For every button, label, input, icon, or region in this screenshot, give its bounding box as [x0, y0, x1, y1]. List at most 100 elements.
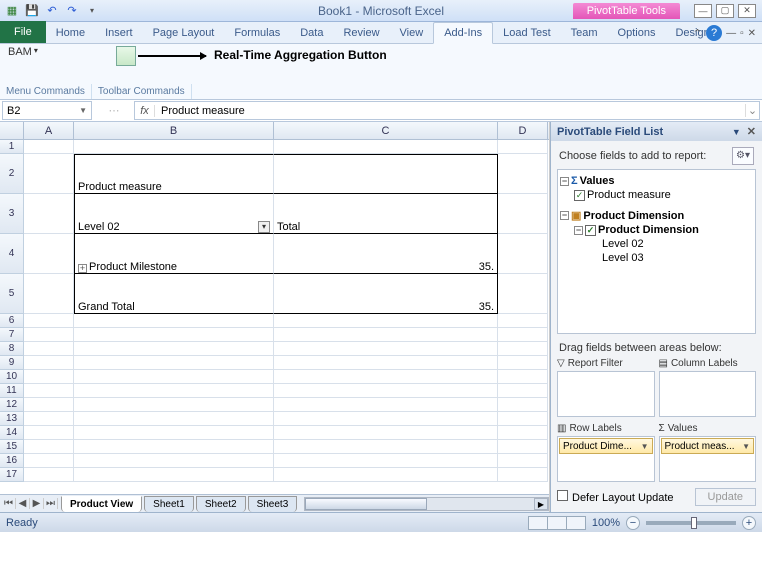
- wb-restore-icon[interactable]: ▫: [740, 28, 744, 39]
- cell[interactable]: [274, 154, 498, 194]
- close-button[interactable]: ✕: [738, 4, 756, 18]
- cell[interactable]: [498, 328, 548, 342]
- row-header[interactable]: 6: [0, 314, 24, 328]
- cell[interactable]: [274, 140, 498, 154]
- cell[interactable]: [74, 328, 274, 342]
- checkbox-checked-icon[interactable]: ✓: [585, 225, 596, 236]
- collapse-icon[interactable]: −: [560, 211, 569, 220]
- row-header[interactable]: 17: [0, 468, 24, 482]
- qat-dropdown-icon[interactable]: ▾: [84, 3, 100, 19]
- cell[interactable]: [498, 194, 548, 234]
- cell[interactable]: [74, 342, 274, 356]
- tree-field-level02[interactable]: Level 02: [602, 238, 644, 250]
- redo-icon[interactable]: ↷: [64, 3, 80, 19]
- layout-options-button[interactable]: ⚙▾: [732, 147, 754, 165]
- cell[interactable]: [274, 314, 498, 328]
- scroll-thumb[interactable]: [305, 498, 426, 510]
- cell[interactable]: [24, 426, 74, 440]
- row-header[interactable]: 12: [0, 398, 24, 412]
- row-header[interactable]: 10: [0, 370, 24, 384]
- row-header[interactable]: 2: [0, 154, 24, 194]
- cell[interactable]: [24, 234, 74, 274]
- chip-product-measure[interactable]: Product meas...▼: [661, 438, 755, 454]
- maximize-button[interactable]: ▢: [716, 4, 734, 18]
- first-sheet-icon[interactable]: ⏮: [2, 498, 16, 509]
- cell[interactable]: [74, 356, 274, 370]
- cell[interactable]: Level 02▾: [74, 194, 274, 234]
- cell[interactable]: +Product Milestone: [74, 234, 274, 274]
- tab-review[interactable]: Review: [333, 23, 389, 43]
- cell[interactable]: [24, 194, 74, 234]
- cell[interactable]: [498, 356, 548, 370]
- chevron-down-icon[interactable]: ▼: [641, 442, 649, 451]
- cell[interactable]: [24, 140, 74, 154]
- cell[interactable]: [24, 384, 74, 398]
- cell[interactable]: [24, 342, 74, 356]
- cell[interactable]: [498, 140, 548, 154]
- area-values[interactable]: Product meas...▼: [659, 436, 757, 482]
- cell[interactable]: [498, 314, 548, 328]
- zoom-out-button[interactable]: −: [626, 516, 640, 530]
- cell[interactable]: [498, 370, 548, 384]
- sheet-tab-product-view[interactable]: Product View: [61, 496, 142, 512]
- row-header[interactable]: 1: [0, 140, 24, 154]
- cell[interactable]: [24, 440, 74, 454]
- chip-product-dimension[interactable]: Product Dime...▼: [559, 438, 653, 454]
- zoom-slider-thumb[interactable]: [691, 517, 697, 529]
- cell[interactable]: [498, 468, 548, 482]
- tree-field-product-dimension[interactable]: Product Dimension: [598, 224, 699, 236]
- zoom-in-button[interactable]: +: [742, 516, 756, 530]
- area-report-filter[interactable]: [557, 371, 655, 417]
- cell[interactable]: [24, 154, 74, 194]
- update-button[interactable]: Update: [695, 488, 756, 506]
- page-break-view-button[interactable]: [566, 516, 586, 530]
- cell[interactable]: Grand Total: [74, 274, 274, 314]
- row-header[interactable]: 13: [0, 412, 24, 426]
- cell[interactable]: [74, 398, 274, 412]
- tab-insert[interactable]: Insert: [95, 23, 143, 43]
- help-icon[interactable]: ?: [706, 25, 722, 41]
- cell[interactable]: [498, 440, 548, 454]
- field-tree[interactable]: −ΣValues ✓Product measure −▣Product Dime…: [557, 169, 756, 334]
- area-row-labels[interactable]: Product Dime...▼: [557, 436, 655, 482]
- cell[interactable]: [498, 412, 548, 426]
- cell[interactable]: [24, 274, 74, 314]
- row-header[interactable]: 4: [0, 234, 24, 274]
- row-header[interactable]: 16: [0, 454, 24, 468]
- cell[interactable]: [74, 412, 274, 426]
- cell[interactable]: [24, 412, 74, 426]
- cell[interactable]: [274, 370, 498, 384]
- wb-minimize-icon[interactable]: —: [726, 28, 736, 39]
- minimize-button[interactable]: —: [694, 4, 712, 18]
- tree-field-product-measure[interactable]: Product measure: [587, 189, 671, 201]
- tree-node-product-dimension[interactable]: Product Dimension: [583, 210, 684, 222]
- cell[interactable]: [498, 342, 548, 356]
- grid-body[interactable]: 1 2Product measure 3Level 02▾Total 4+Pro…: [0, 140, 549, 494]
- row-header[interactable]: 14: [0, 426, 24, 440]
- save-icon[interactable]: 💾: [24, 3, 40, 19]
- row-header[interactable]: 5: [0, 274, 24, 314]
- select-all-corner[interactable]: [0, 122, 24, 139]
- cell[interactable]: Total: [274, 194, 498, 234]
- cell[interactable]: [74, 140, 274, 154]
- filter-dropdown-icon[interactable]: ▾: [258, 221, 270, 233]
- cell[interactable]: [274, 384, 498, 398]
- cell[interactable]: [24, 468, 74, 482]
- cell[interactable]: [24, 370, 74, 384]
- cell[interactable]: [24, 314, 74, 328]
- col-header-d[interactable]: D: [498, 122, 548, 139]
- expand-formula-icon[interactable]: ⌄: [745, 104, 759, 117]
- cell[interactable]: [274, 342, 498, 356]
- cell[interactable]: [74, 468, 274, 482]
- cell[interactable]: [274, 412, 498, 426]
- cell[interactable]: [74, 370, 274, 384]
- chevron-down-icon[interactable]: ▼: [742, 442, 750, 451]
- prev-sheet-icon[interactable]: ◀: [16, 498, 30, 509]
- tab-formulas[interactable]: Formulas: [224, 23, 290, 43]
- cell[interactable]: [498, 274, 548, 314]
- cell[interactable]: [24, 398, 74, 412]
- next-sheet-icon[interactable]: ▶: [30, 498, 44, 509]
- tab-team[interactable]: Team: [561, 23, 608, 43]
- collapse-icon[interactable]: −: [574, 226, 583, 235]
- col-header-a[interactable]: A: [24, 122, 74, 139]
